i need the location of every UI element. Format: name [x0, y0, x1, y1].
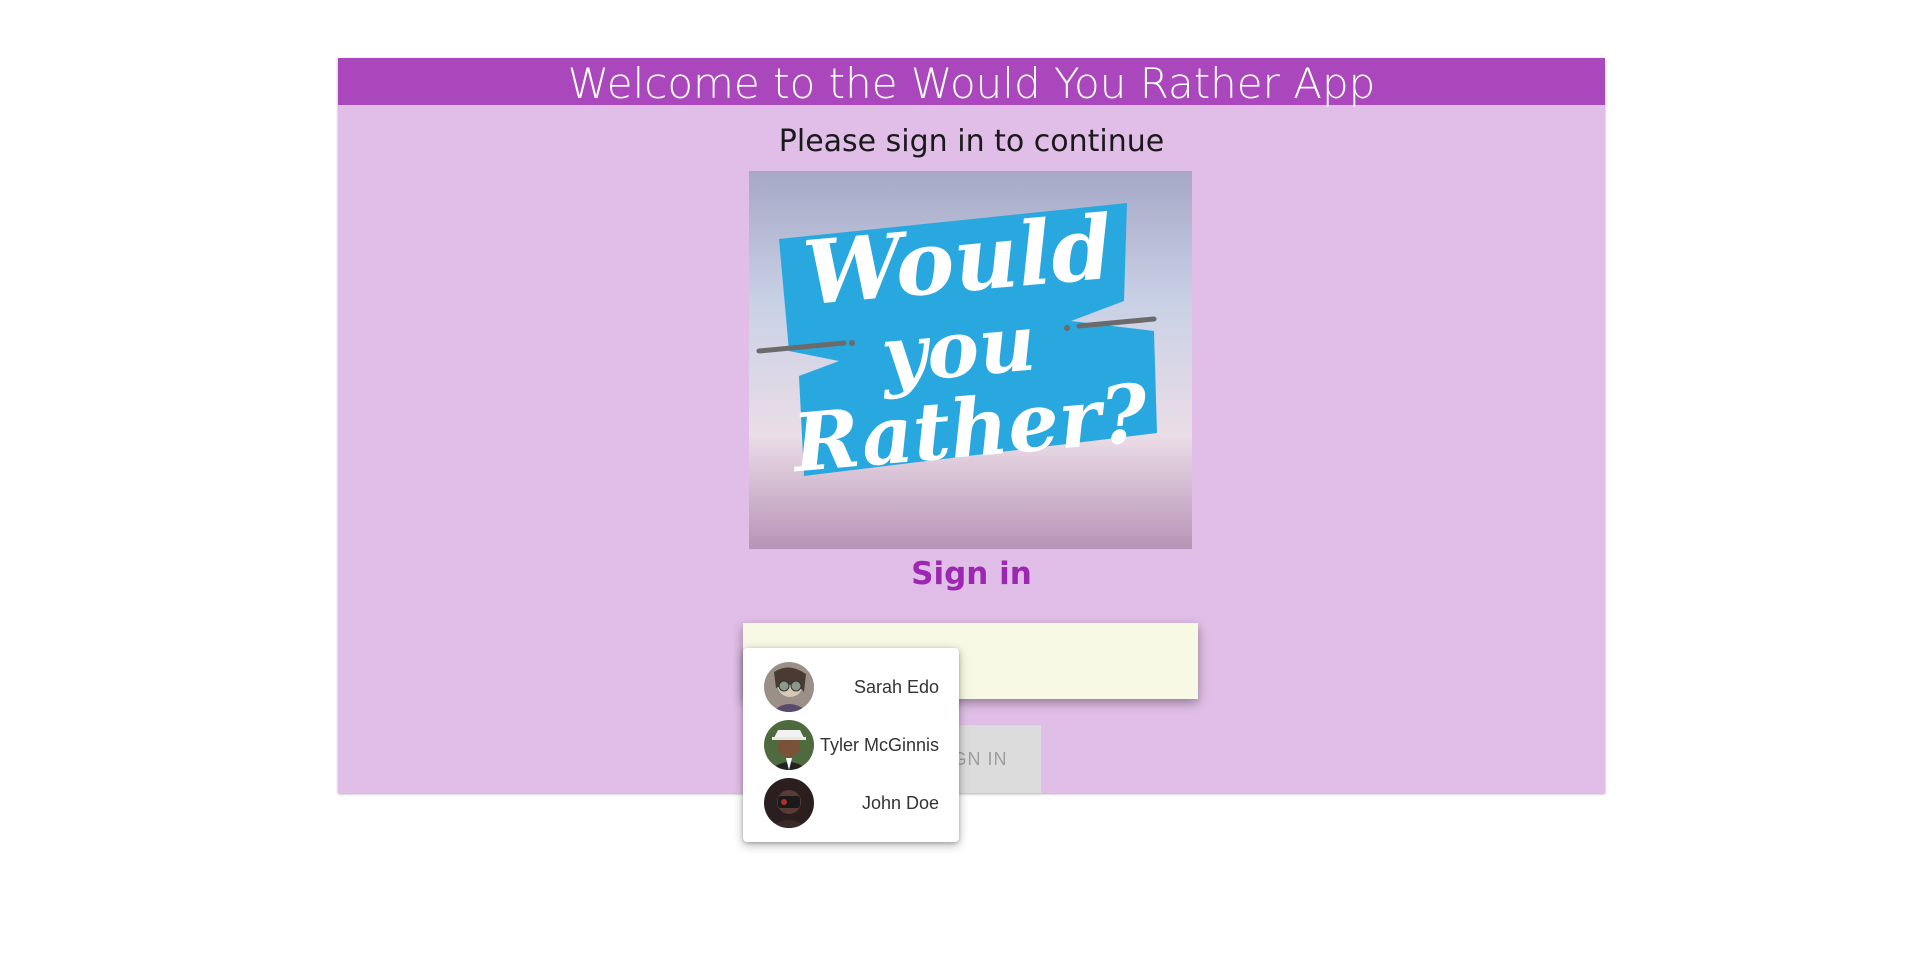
- user-option-john-doe[interactable]: John Doe: [743, 774, 959, 832]
- signin-heading: Sign in: [911, 556, 1032, 592]
- avatar: [764, 662, 814, 712]
- page-title: Welcome to the Would You Rather App: [338, 58, 1605, 108]
- avatar: [764, 720, 814, 770]
- signin-subtitle: Please sign in to continue: [778, 124, 1165, 159]
- user-option-label: Tyler McGinnis: [819, 735, 939, 755]
- signin-card: Welcome to the Would You Rather App Plea…: [338, 58, 1605, 793]
- would-you-rather-logo: Would you Rather?: [749, 171, 1192, 549]
- avatar: [764, 778, 814, 828]
- user-option-label: Sarah Edo: [853, 677, 939, 697]
- user-dropdown-menu: Sarah Edo Tyler McGinnis John Doe: [743, 648, 959, 842]
- user-option-tyler-mcginnis[interactable]: Tyler McGinnis: [743, 716, 959, 774]
- user-option-label: John Doe: [861, 793, 939, 813]
- user-option-sarah-edo[interactable]: Sarah Edo: [743, 658, 959, 716]
